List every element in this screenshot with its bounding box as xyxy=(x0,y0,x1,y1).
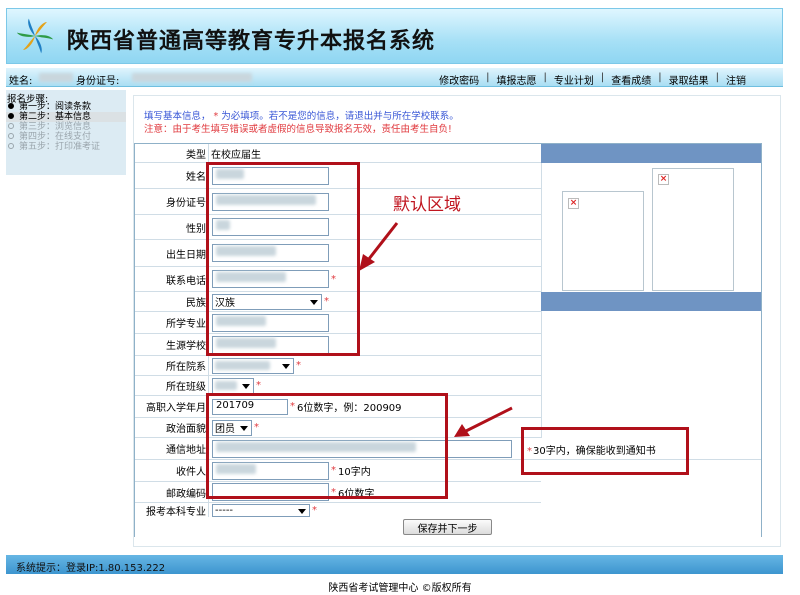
save-next-button[interactable]: 保存并下一步 xyxy=(403,519,492,535)
status-bar: 系统提示：登录IP:1.80.153.222 xyxy=(6,555,783,574)
name-label: 姓名: xyxy=(9,76,33,87)
phone-label: 联系电话 xyxy=(135,267,209,291)
type-label: 类型 xyxy=(135,144,209,162)
department-select[interactable] xyxy=(212,357,294,374)
dropdown-arrow-icon xyxy=(282,363,290,369)
major-label: 所学专业 xyxy=(135,312,209,333)
system-title: 陕西省普通高等教育专升本报名系统 xyxy=(67,28,436,54)
photo-slot-2: × xyxy=(652,168,734,291)
nav-change-password[interactable]: 修改密码 xyxy=(432,72,486,87)
photo-slot-1: × xyxy=(562,191,644,291)
step-2[interactable]: 第二步：基本信息 xyxy=(6,112,126,122)
step-5: 第五步：打印准考证 xyxy=(6,142,126,152)
nav-fill-preferences[interactable]: 填报志愿 xyxy=(490,72,544,87)
class-select[interactable] xyxy=(212,377,254,394)
apply-major-select[interactable]: ----- xyxy=(212,504,310,517)
radio-dot-icon xyxy=(8,103,14,109)
postcode-label: 邮政编码 xyxy=(135,482,209,502)
top-nav: 修改密码 | 填报志愿 | 专业计划 | 查看成绩 | 录取结果 | 注销 xyxy=(432,72,753,87)
name-field-label: 姓名 xyxy=(135,163,209,188)
annotation-arrow-icon xyxy=(359,222,399,271)
steps-list: 第一步：阅读条款 第二步：基本信息 第三步：浏览信息 第四步：在线支付 第五步：… xyxy=(6,102,126,152)
status-text: 系统提示：登录IP:1.80.153.222 xyxy=(16,563,166,574)
radio-dot-icon xyxy=(8,133,14,139)
source-school-label: 生源学校 xyxy=(135,334,209,355)
sidebar: 报名步骤: 第一步：阅读条款 第二步：基本信息 第三步：浏览信息 第四步：在线支… xyxy=(6,90,126,175)
nav-major-plan[interactable]: 专业计划 xyxy=(547,72,601,87)
gender-label: 性别 xyxy=(135,215,209,239)
page: 陕西省普通高等教育专升本报名系统 姓名: 身份证号: 修改密码 | 填报志愿 | 专… xyxy=(0,0,800,595)
class-label: 所在班级 xyxy=(135,376,209,395)
annotation-arrow-icon xyxy=(454,406,513,437)
broken-image-icon: × xyxy=(568,198,579,209)
step-3: 第三步：浏览信息 xyxy=(6,122,126,132)
id-value-redacted xyxy=(132,73,252,82)
photo-area: × × xyxy=(541,163,761,292)
notice-warning: 注意：由于考生填写错误或者虚假的信息导致报名无效，责任由考生自负! xyxy=(144,124,452,135)
recipient-label: 收件人 xyxy=(135,460,209,481)
nav-view-scores[interactable]: 查看成绩 xyxy=(604,72,658,87)
step-1[interactable]: 第一步：阅读条款 xyxy=(6,102,126,112)
address-hint: *30字内，确保能收到通知书 xyxy=(527,446,656,457)
political-status-label: 政治面貌 xyxy=(135,418,209,437)
address-label: 通信地址 xyxy=(135,438,209,459)
nav-logout[interactable]: 注销 xyxy=(719,72,753,87)
name-value-redacted xyxy=(39,73,73,82)
annotation-box-fields xyxy=(206,393,448,499)
notice-line-1: 填写基本信息， * 为必填项。若不是您的信息，请退出并与所在学校联系。 xyxy=(144,111,459,122)
id-label: 身份证号: xyxy=(76,76,120,87)
user-bar: 姓名: 身份证号: 修改密码 | 填报志愿 | 专业计划 | 查看成绩 | 录取结果 | … xyxy=(6,68,783,87)
nav-admission-results[interactable]: 录取结果 xyxy=(662,72,716,87)
row-department: 所在院系 * xyxy=(135,356,541,376)
photo-footer-bar xyxy=(541,292,761,311)
apply-major-label: 报考本科专业 xyxy=(135,503,209,518)
submit-row: 保存并下一步 xyxy=(135,517,761,537)
ethnicity-label: 民族 xyxy=(135,292,209,311)
birthdate-label: 出生日期 xyxy=(135,240,209,266)
annotation-label: 默认区域 xyxy=(393,195,461,215)
radio-dot-icon xyxy=(8,123,14,129)
radio-dot-icon xyxy=(8,113,14,119)
id-number-label: 身份证号 xyxy=(135,189,209,214)
right-empty-area xyxy=(541,311,761,438)
row-type: 类型 在校应届生 xyxy=(135,144,541,163)
broken-image-icon: × xyxy=(658,174,669,185)
dropdown-arrow-icon xyxy=(242,383,250,389)
step-4: 第四步：在线支付 xyxy=(6,132,126,142)
type-value: 在校应届生 xyxy=(211,149,261,161)
photo-header-bar xyxy=(541,144,761,163)
enroll-date-label: 高职入学年月 xyxy=(135,396,209,417)
row-apply-major: 报考本科专业 ----- * xyxy=(135,503,541,518)
pinwheel-logo-icon xyxy=(17,18,53,54)
annotation-box-default xyxy=(206,162,360,356)
radio-dot-icon xyxy=(8,143,14,149)
department-label: 所在院系 xyxy=(135,356,209,375)
copyright-footer: 陕西省考试管理中心 ©版权所有 xyxy=(328,583,472,594)
dropdown-arrow-icon xyxy=(298,509,306,514)
header-banner: 陕西省普通高等教育专升本报名系统 xyxy=(6,8,783,64)
